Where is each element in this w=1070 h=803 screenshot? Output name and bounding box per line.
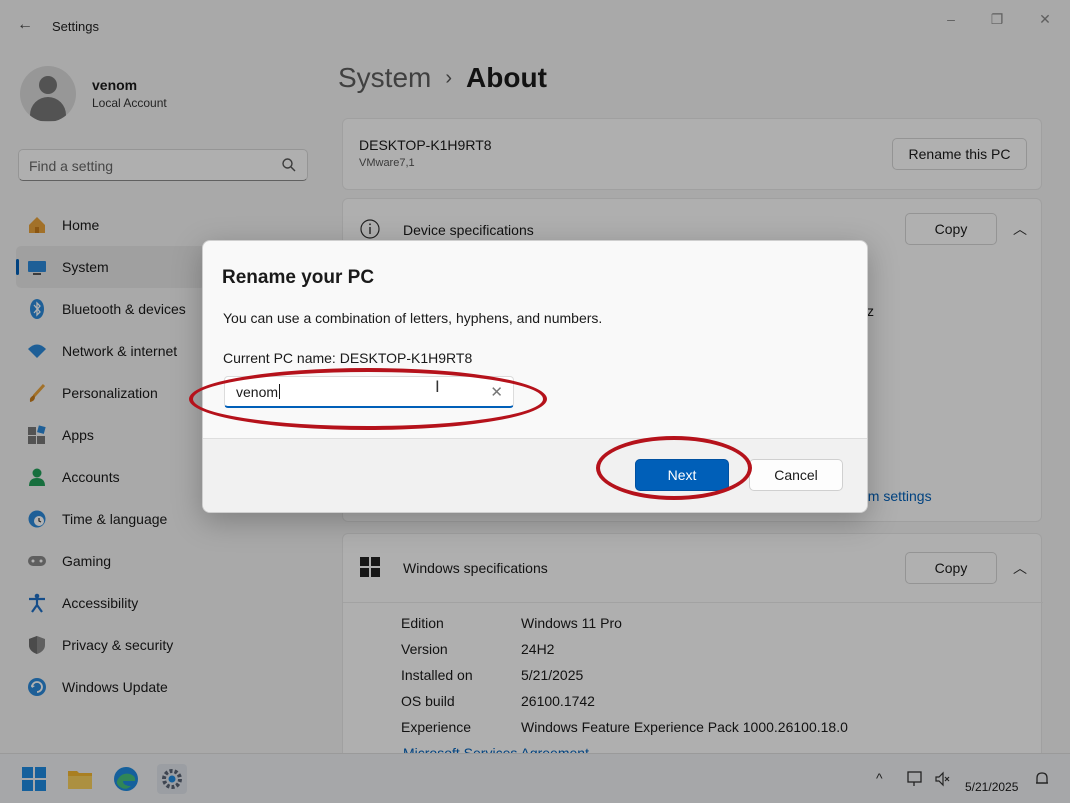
current-pc-name: Current PC name: DESKTOP-K1H9RT8 [223, 350, 473, 366]
dialog-title: Rename your PC [222, 267, 375, 288]
dialog-description: You can use a combination of letters, hy… [223, 310, 603, 326]
cancel-button[interactable]: Cancel [749, 459, 843, 491]
annotation-circle-input [189, 368, 547, 430]
dialog-footer: Next Cancel [203, 438, 867, 512]
annotation-circle-next [596, 436, 752, 500]
